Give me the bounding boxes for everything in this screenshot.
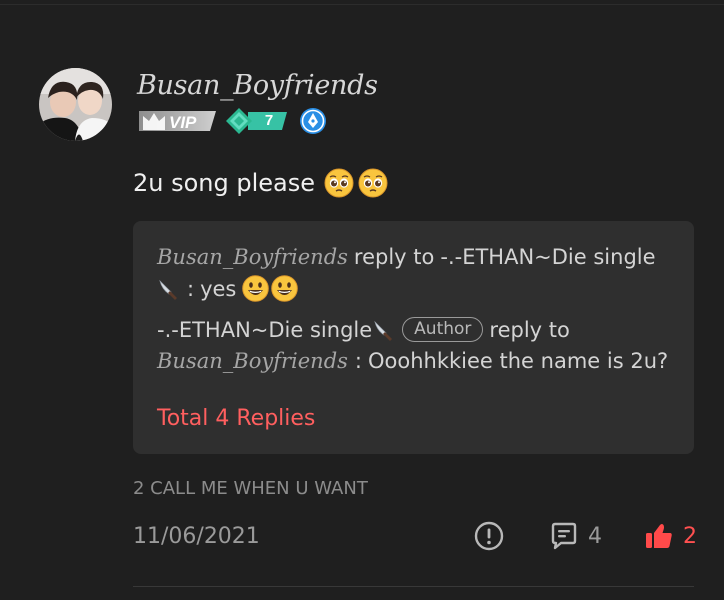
user-badges: VIP 7: [137, 106, 327, 136]
song-tag[interactable]: 2 CALL ME WHEN U WANT: [133, 478, 368, 499]
reply-author[interactable]: Busan_Boyfriends: [157, 245, 348, 269]
vip-badge[interactable]: VIP: [137, 108, 218, 134]
reply-connector: reply to: [489, 317, 570, 342]
diamond-icon: [226, 108, 252, 134]
knife-emoji: [159, 279, 177, 300]
like-count: 2: [683, 523, 697, 549]
level-badge[interactable]: 7: [226, 108, 289, 134]
vip-label: VIP: [169, 113, 197, 132]
author-tag: Author: [402, 317, 484, 342]
grinning-face-emoji: [242, 275, 270, 302]
grinning-face-emoji: [271, 275, 299, 302]
reply-author[interactable]: -.-ETHAN~Die single: [157, 318, 372, 342]
knife-emoji: [374, 320, 393, 341]
bottom-divider: [133, 586, 694, 587]
comment-date: 11/06/2021: [133, 524, 260, 549]
replies-preview[interactable]: Busan_Boyfriends reply to -.-ETHAN~Die s…: [133, 221, 694, 454]
comment-text: 2u song please: [133, 169, 316, 197]
comment-count: 4: [588, 523, 602, 549]
like-button[interactable]: 2: [643, 518, 697, 554]
reply-target[interactable]: Busan_Boyfriends: [157, 349, 348, 373]
reply-text: yes: [200, 276, 237, 301]
reply-1-line-1: Busan_Boyfriends reply to -.-ETHAN~Die s…: [157, 245, 656, 269]
pen-nib-icon[interactable]: [299, 107, 327, 135]
reply-2-line-1: -.-ETHAN~Die single Author reply to: [157, 317, 570, 342]
reply-target[interactable]: -.-ETHAN~Die single: [440, 245, 655, 269]
total-replies-link[interactable]: Total 4 Replies: [157, 406, 315, 431]
thumbs-up-icon: [646, 524, 672, 548]
pleading-face-emoji: [324, 168, 354, 198]
exclamation-circle-icon: [474, 521, 504, 551]
top-divider: [0, 4, 724, 5]
reply-text: Ooohhkkiee the name is 2u?: [368, 349, 669, 373]
reply-connector: reply to: [353, 245, 435, 269]
reply-1-line-2: : yes: [157, 275, 299, 302]
report-button[interactable]: [473, 518, 505, 554]
reply-2-line-2: Busan_Boyfriends : Ooohhkkiee the name i…: [157, 349, 669, 373]
pleading-face-emoji: [358, 168, 388, 198]
level-number: 7: [264, 112, 274, 129]
comment-body: 2u song please: [133, 168, 388, 198]
comment-username[interactable]: Busan_Boyfriends: [137, 70, 378, 101]
user-avatar[interactable]: [39, 68, 112, 141]
comment-button[interactable]: 4: [548, 518, 602, 554]
speech-bubble-icon: [551, 522, 577, 550]
